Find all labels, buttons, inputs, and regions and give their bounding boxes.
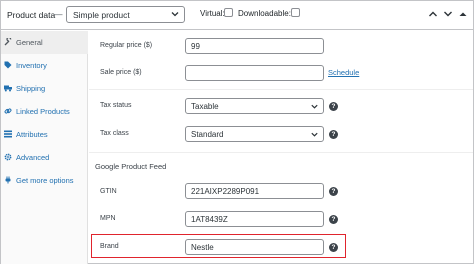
plugin-icon [5,176,11,184]
link-icon [4,108,12,114]
wrench-icon [4,38,12,46]
tax-status-select[interactable]: Taxable [185,98,324,114]
brand-label: Brand [100,243,119,250]
tab-label: Attributes [16,130,48,139]
gtin-input[interactable]: 221AIXP2289P091 [185,183,324,199]
tab-label: Advanced [16,153,50,162]
tab-linked-products[interactable]: Linked Products [1,100,88,123]
sale-price-label: Sale price ($) [100,69,142,76]
tag-icon [4,61,12,69]
mpn-input[interactable]: 1AT8439Z [185,211,324,227]
product-type-select[interactable]: Simple product [66,6,185,23]
tax-class-value: Standard [191,130,224,139]
downloadable-checkbox[interactable] [291,8,300,17]
tab-get-more-options[interactable]: Get more options [1,169,88,192]
tab-label: General [16,38,43,47]
list-icon [4,130,12,138]
regular-price-value: 99 [191,42,200,51]
title-separator: — [54,9,63,19]
product-type-value: Simple product [73,10,130,20]
help-icon[interactable]: ? [329,215,338,224]
chevron-down-icon [311,132,318,137]
mpn-label: MPN [100,215,116,222]
regular-price-input[interactable]: 99 [185,38,324,54]
help-icon[interactable]: ? [329,243,338,252]
chevron-up-icon[interactable] [428,10,438,18]
tab-label: Linked Products [16,107,70,116]
product-data-panel: Product data — Simple product Virtual: D… [0,0,474,264]
sale-price-input[interactable] [185,65,324,81]
downloadable-label: Downloadable: [238,9,291,18]
brand-value: Nestle [191,243,214,252]
gtin-value: 221AIXP2289P091 [191,187,260,196]
section-divider [89,152,473,153]
panel-title: Product data [7,10,56,20]
product-data-header: Product data — Simple product Virtual: D… [1,1,473,30]
tab-attributes[interactable]: Attributes [1,123,88,146]
gtin-label: GTIN [100,188,117,195]
chevron-down-icon [171,12,179,17]
regular-price-label: Regular price ($) [100,42,153,49]
tab-general[interactable]: General [1,31,88,54]
tax-class-select[interactable]: Standard [185,126,324,142]
tab-label: Shipping [16,84,46,93]
brand-input[interactable]: Nestle [185,239,324,255]
section-divider [89,89,473,90]
truck-icon [4,85,12,92]
tax-status-label: Tax status [100,102,132,109]
schedule-link[interactable]: Schedule [328,68,359,77]
tab-label: Get more options [16,176,74,185]
help-icon[interactable]: ? [329,130,338,139]
tab-label: Inventory [16,61,47,70]
mpn-value: 1AT8439Z [191,215,228,224]
product-data-tabs: General Inventory Shipping Linked Produc… [1,31,88,264]
help-icon[interactable]: ? [329,187,338,196]
virtual-checkbox[interactable] [224,8,233,17]
tax-class-label: Tax class [100,130,129,137]
feed-section-title: Google Product Feed [95,162,167,171]
chevron-down-icon[interactable] [443,10,453,18]
tab-inventory[interactable]: Inventory [1,54,88,77]
gear-icon [4,153,12,161]
chevron-down-icon [311,104,318,109]
collapse-toggle-icon[interactable] [458,10,468,18]
help-icon[interactable]: ? [329,102,338,111]
tax-status-value: Taxable [191,102,219,111]
tab-advanced[interactable]: Advanced [1,146,88,169]
virtual-label: Virtual: [200,9,225,18]
tab-shipping[interactable]: Shipping [1,77,88,100]
